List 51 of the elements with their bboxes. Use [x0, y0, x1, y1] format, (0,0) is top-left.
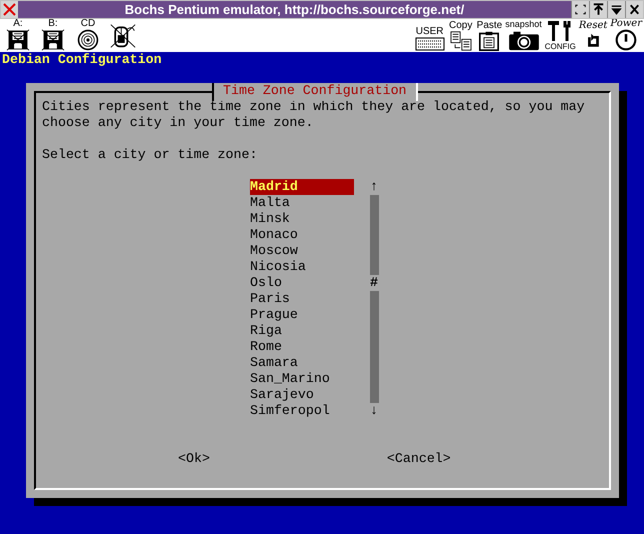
close-icon[interactable] [625, 1, 643, 18]
list-item[interactable]: Sarajevo [250, 387, 354, 403]
list-item[interactable]: Oslo [250, 275, 354, 291]
floppy-icon[interactable] [40, 29, 66, 51]
description-text: choose any city in your time zone. [42, 115, 314, 131]
toolbar-label: B: [48, 19, 58, 29]
toolbar-label: Reset [578, 20, 608, 31]
clipboard-icon[interactable] [478, 31, 500, 51]
list-item[interactable]: Simferopol [250, 403, 354, 419]
toolbar-label: CONFIG [544, 42, 576, 51]
prompt-text: Select a city or time zone: [42, 147, 258, 163]
toolbar-label: Power [610, 19, 642, 29]
scroll-track[interactable] [370, 291, 379, 403]
list-item[interactable]: Samara [250, 355, 354, 371]
tools-icon[interactable] [547, 20, 574, 42]
description-text: Cities represent the time zone in which they are located, so you may [42, 99, 585, 115]
ok-button[interactable]: <Ok> [178, 451, 210, 467]
cancel-button[interactable]: <Cancel> [386, 451, 451, 467]
scroll-down-arrow[interactable]: ↓ [370, 403, 379, 419]
toolbar-label: Copy [448, 20, 472, 31]
list-item[interactable]: Nicosia [250, 259, 354, 275]
list-item[interactable]: San_Marino [250, 371, 354, 387]
dialog-title: Time Zone Configuration [223, 83, 407, 99]
power-icon[interactable] [615, 29, 638, 51]
fullscreen-icon[interactable] [571, 1, 589, 18]
toolbar-label: USER [416, 26, 444, 37]
toolbar-label: snapshot [505, 19, 542, 30]
keyboard-icon[interactable] [414, 37, 445, 51]
minimize-icon[interactable] [607, 1, 625, 18]
scroll-up-arrow[interactable]: ↑ [370, 179, 379, 195]
toolbar-label: CD [80, 19, 96, 29]
screen-title: Debian Configuration [1, 52, 162, 68]
list-item[interactable]: Paris [250, 291, 354, 307]
list-item[interactable]: Monaco [250, 227, 354, 243]
list-item[interactable]: Moscow [250, 243, 354, 259]
list-item[interactable]: Rome [250, 339, 354, 355]
disc-icon[interactable] [75, 29, 101, 51]
toolbar-label: Paste [476, 20, 502, 31]
floppy-icon[interactable] [5, 29, 31, 51]
toolbar-label: A: [13, 19, 23, 29]
window-title: Bochs Pentium emulator, http://bochs.sourceforge.net/ [124, 1, 464, 18]
list-item[interactable]: Minsk [250, 211, 354, 227]
maximize-icon[interactable] [589, 1, 607, 18]
camera-icon[interactable] [508, 30, 540, 51]
list-item[interactable]: Prague [250, 307, 354, 323]
list-item[interactable]: Madrid [250, 179, 354, 195]
list-item[interactable]: Malta [250, 195, 354, 211]
scroll-track[interactable] [370, 195, 379, 275]
copy-icon[interactable] [448, 31, 474, 51]
scroll-thumb[interactable]: # [370, 275, 379, 291]
list-item[interactable]: Riga [250, 323, 354, 339]
